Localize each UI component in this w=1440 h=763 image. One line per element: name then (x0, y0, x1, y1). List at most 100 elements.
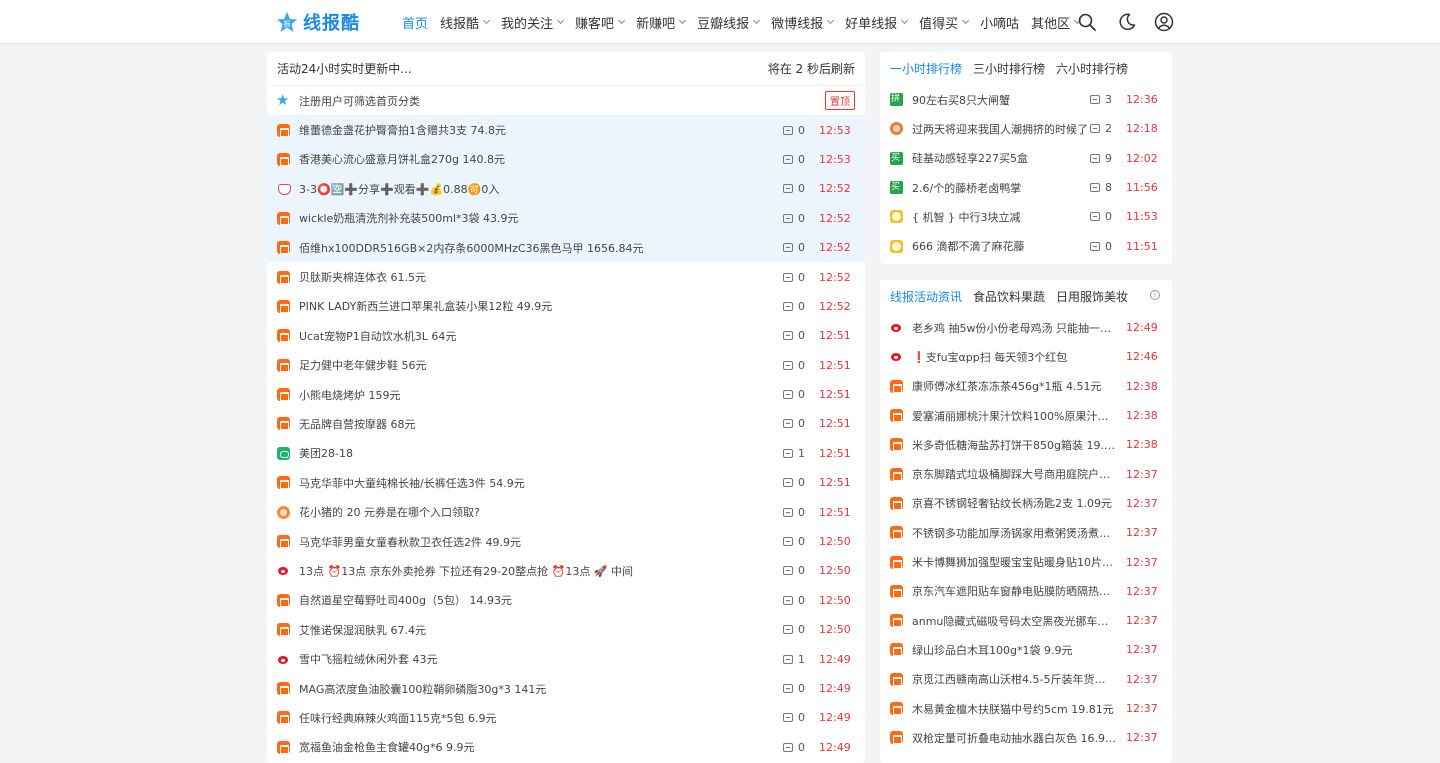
feed-row[interactable]: 香港美心流心盛意月饼礼盒270g 140.8元 0 12:53 (267, 144, 865, 175)
feed-row[interactable]: 3-3⭕️🈳➕分享➕观看➕💰0.88🉑0入 0 12:52 (267, 174, 865, 204)
category-title[interactable]: 京觅江西赣南高山沃柑4.5-5斤装年货礼盒装 (912, 671, 1116, 687)
ranking-row[interactable]: 90左右买8只大闸蟹 3 12:36 (880, 85, 1172, 114)
category-title[interactable]: 不锈钢多功能加厚汤锅家用煮粥煲汤煮面锅 (912, 525, 1116, 541)
ranking-title[interactable]: { 机智 } 中行3块立减 (912, 209, 1088, 225)
category-title[interactable]: 米多奇低糖海盐苏打饼干850g箱装 19.84元 (912, 437, 1116, 453)
feed-title[interactable]: MAG高浓度鱼油胶囊100粒鞘卵磷脂30g*3 141元 (299, 681, 775, 697)
feed-row[interactable]: 艾惟诺保湿润肤乳 67.4元 0 12:50 (267, 615, 865, 644)
feed-row[interactable]: MAG高浓度鱼油胶囊100粒鞘卵磷脂30g*3 141元 0 12:49 (267, 674, 865, 703)
feed-title[interactable]: 宽福鱼油金枪鱼主食罐40g*6 9.9元 (299, 739, 775, 755)
category-title[interactable]: 京喜不锈钢轻奢钻纹长柄汤匙2支 1.09元 (912, 495, 1116, 511)
feed-title[interactable]: Ucat宠物P1自动饮水机3L 64元 (299, 328, 775, 344)
pinned-title[interactable]: 注册用户可筛选首页分类 (299, 93, 825, 109)
category-row[interactable]: 双枪定量可折叠电动抽水器白灰色 16.91元 12:37 (880, 723, 1172, 752)
ranking-title[interactable]: 666 滴都不滴了麻花藤 (912, 238, 1088, 254)
nav-item-4[interactable]: 新赚吧 (630, 0, 691, 44)
feed-title[interactable]: PINK LADY新西兰进口苹果礼盒装小果12粒 49.9元 (299, 298, 775, 314)
category-row[interactable]: 康师傅冰红茶冻冻茶456g*1瓶 4.51元 12:38 (880, 372, 1172, 401)
nav-item-8[interactable]: 值得买 (913, 0, 974, 44)
category-row[interactable]: 绿山珍品白木耳100g*1袋 9.9元 12:37 (880, 635, 1172, 664)
category-title[interactable]: 绿山珍品白木耳100g*1袋 9.9元 (912, 642, 1116, 658)
category-row[interactable]: 京觅江西赣南高山沃柑4.5-5斤装年货礼盒装 12:37 (880, 665, 1172, 694)
search-icon[interactable] (1077, 12, 1097, 32)
pinned-row[interactable]: 注册用户可筛选首页分类 置顶 (267, 86, 865, 115)
feed-title[interactable]: 佰维hx100DDR516GB×2内存条6000MHzC36黑色马甲 1656.… (299, 240, 775, 256)
category-row[interactable]: 京东汽车遮阳贴车窗静电贴膜防晒隔热网纱 12:37 (880, 577, 1172, 606)
feed-title[interactable]: 美团28-18 (299, 445, 775, 461)
ranking-row[interactable]: 过两天将迎来我国人潮拥挤的时候了 2 12:18 (880, 114, 1172, 143)
feed-row[interactable]: 贝肽斯夹棉连体衣 61.5元 0 12:52 (267, 262, 865, 291)
feed-title[interactable]: 自然道星空莓野吐司400g（5包） 14.93元 (299, 592, 775, 608)
category-row[interactable]: 京喜不锈钢轻奢钻纹长柄汤匙2支 1.09元 12:37 (880, 489, 1172, 518)
feed-title[interactable]: 马克华菲中大童纯棉长袖/长裤任选3件 54.9元 (299, 475, 775, 491)
ranking-title[interactable]: 过两天将迎来我国人潮拥挤的时候了 (912, 121, 1088, 137)
feed-row[interactable]: 佰维hx100DDR516GB×2内存条6000MHzC36黑色马甲 1656.… (267, 232, 865, 263)
category-title[interactable]: ❗支fu宝αpp扫 每天领3个红包 (912, 349, 1116, 365)
site-logo[interactable]: 报 线报酷 (276, 9, 360, 35)
category-tab-0[interactable]: 线报活动资讯 (890, 288, 962, 305)
feed-row[interactable]: 雪中飞摇粒绒休闲外套 43元 1 12:49 (267, 644, 865, 673)
feed-row[interactable]: 小熊电烧烤炉 159元 0 12:51 (267, 380, 865, 409)
moon-icon[interactable] (1117, 12, 1137, 32)
category-title[interactable]: anmu隐藏式磁吸号码太空黑夜光挪车电话牌 (912, 613, 1116, 629)
feed-row[interactable]: 13点 ⏰13点 京东外卖抢券 下拉还有29-20整点抢 ⏰13点 🚀 中间 0 1… (267, 556, 865, 585)
nav-item-6[interactable]: 微博线报 (765, 0, 839, 44)
feed-title[interactable]: 香港美心流心盛意月饼礼盒270g 140.8元 (299, 151, 775, 167)
feed-title[interactable]: 马克华菲男童女童春秋款卫衣任选2件 49.9元 (299, 534, 775, 550)
ranking-tab-2[interactable]: 六小时排行榜 (1056, 60, 1128, 77)
feed-title[interactable]: 3-3⭕️🈳➕分享➕观看➕💰0.88🉑0入 (299, 181, 775, 197)
category-row[interactable]: 京东脚踏式垃圾桶脚踩大号商用庭院户外分类 12:37 (880, 459, 1172, 488)
nav-item-2[interactable]: 我的关注 (495, 0, 569, 44)
category-tab-2[interactable]: 日用服饰美妆 (1056, 288, 1128, 305)
feed-row[interactable]: 足力健中老年健步鞋 56元 0 12:51 (267, 351, 865, 380)
user-icon[interactable] (1154, 12, 1174, 32)
feed-row[interactable]: wickle奶瓶清洗剂补充装500ml*3袋 43.9元 0 12:52 (267, 203, 865, 233)
feed-row[interactable]: 任味行经典麻辣火鸡面115克*5包 6.9元 0 12:49 (267, 703, 865, 732)
feed-title[interactable]: 贝肽斯夹棉连体衣 61.5元 (299, 269, 775, 285)
category-title[interactable]: 米卡博舞狮加强型暖宝宝贴暖身贴10片/包 (912, 554, 1116, 570)
category-row[interactable]: 爱塞浦丽娜桃汁果汁饮料100%原果汁果蔬汁 12:38 (880, 401, 1172, 430)
feed-row[interactable]: Ucat宠物P1自动饮水机3L 64元 0 12:51 (267, 321, 865, 350)
nav-item-9[interactable]: 小嘀咕 (974, 0, 1025, 44)
nav-item-3[interactable]: 赚客吧 (569, 0, 630, 44)
feed-row[interactable]: 维蕾德金盏花护臀膏拍1含赠共3支 74.8元 0 12:53 (267, 115, 865, 145)
feed-title[interactable]: 13点 ⏰13点 京东外卖抢券 下拉还有29-20整点抢 ⏰13点 🚀 中间 (299, 563, 775, 579)
feed-row[interactable]: 无品牌自营按摩器 68元 0 12:51 (267, 409, 865, 438)
feed-title[interactable]: 小熊电烧烤炉 159元 (299, 387, 775, 403)
feed-row[interactable]: 花小猪的 20 元券是在哪个入口领取? 0 12:51 (267, 497, 865, 526)
ranking-tab-0[interactable]: 一小时排行榜 (890, 60, 962, 77)
category-row[interactable]: 木易黄金檀木扶朕猫中号约5cm 19.81元 12:37 (880, 694, 1172, 723)
feed-title[interactable]: 维蕾德金盏花护臀膏拍1含赠共3支 74.8元 (299, 122, 775, 138)
feed-row[interactable]: PINK LADY新西兰进口苹果礼盒装小果12粒 49.9元 0 12:52 (267, 292, 865, 321)
feed-row[interactable]: 自然道星空莓野吐司400g（5包） 14.93元 0 12:50 (267, 586, 865, 615)
nav-item-0[interactable]: 首页 (396, 0, 434, 44)
category-title[interactable]: 京东脚踏式垃圾桶脚踩大号商用庭院户外分类 (912, 466, 1116, 482)
nav-item-5[interactable]: 豆瓣线报 (691, 0, 765, 44)
category-row[interactable]: 米卡博舞狮加强型暖宝宝贴暖身贴10片/包 12:37 (880, 547, 1172, 576)
feed-title[interactable]: 花小猪的 20 元券是在哪个入口领取? (299, 504, 775, 520)
ranking-row[interactable]: 666 滴都不滴了麻花藤 0 11:51 (880, 231, 1172, 260)
category-title[interactable]: 京东汽车遮阳贴车窗静电贴膜防晒隔热网纱 (912, 583, 1116, 599)
ranking-row[interactable]: 硅基动感轻享227买5盒 9 12:02 (880, 144, 1172, 173)
category-title[interactable]: 老乡鸡 抽5w份小份老母鸡汤 只能抽一次 中了就去用吧 (912, 320, 1116, 336)
ranking-title[interactable]: 硅基动感轻享227买5盒 (912, 150, 1088, 166)
category-row[interactable]: 米多奇低糖海盐苏打饼干850g箱装 19.84元 12:38 (880, 430, 1172, 459)
info-icon[interactable]: i (1150, 290, 1160, 300)
category-title[interactable]: 双枪定量可折叠电动抽水器白灰色 16.91元 (912, 730, 1116, 746)
feed-title[interactable]: 无品牌自营按摩器 68元 (299, 416, 775, 432)
nav-item-7[interactable]: 好单线报 (839, 0, 913, 44)
ranking-row[interactable]: 2.6/个的藤桥老卤鸭掌 8 11:56 (880, 173, 1172, 202)
ranking-row[interactable]: { 机智 } 中行3块立减 0 11:53 (880, 202, 1172, 231)
category-title[interactable]: 康师傅冰红茶冻冻茶456g*1瓶 4.51元 (912, 378, 1116, 394)
category-title[interactable]: 木易黄金檀木扶朕猫中号约5cm 19.81元 (912, 701, 1116, 717)
feed-row[interactable]: 美团28-18 1 12:51 (267, 439, 865, 468)
feed-title[interactable]: 雪中飞摇粒绒休闲外套 43元 (299, 651, 775, 667)
feed-title[interactable]: wickle奶瓶清洗剂补充装500ml*3袋 43.9元 (299, 210, 775, 226)
feed-title[interactable]: 艾惟诺保湿润肤乳 67.4元 (299, 622, 775, 638)
category-row[interactable]: anmu隐藏式磁吸号码太空黑夜光挪车电话牌 12:37 (880, 606, 1172, 635)
feed-title[interactable]: 足力健中老年健步鞋 56元 (299, 357, 775, 373)
category-tab-1[interactable]: 食品饮料果蔬 (973, 288, 1045, 305)
nav-item-1[interactable]: 线报酷 (434, 0, 495, 44)
feed-title[interactable]: 任味行经典麻辣火鸡面115克*5包 6.9元 (299, 710, 775, 726)
category-row[interactable]: 不锈钢多功能加厚汤锅家用煮粥煲汤煮面锅 12:37 (880, 518, 1172, 547)
